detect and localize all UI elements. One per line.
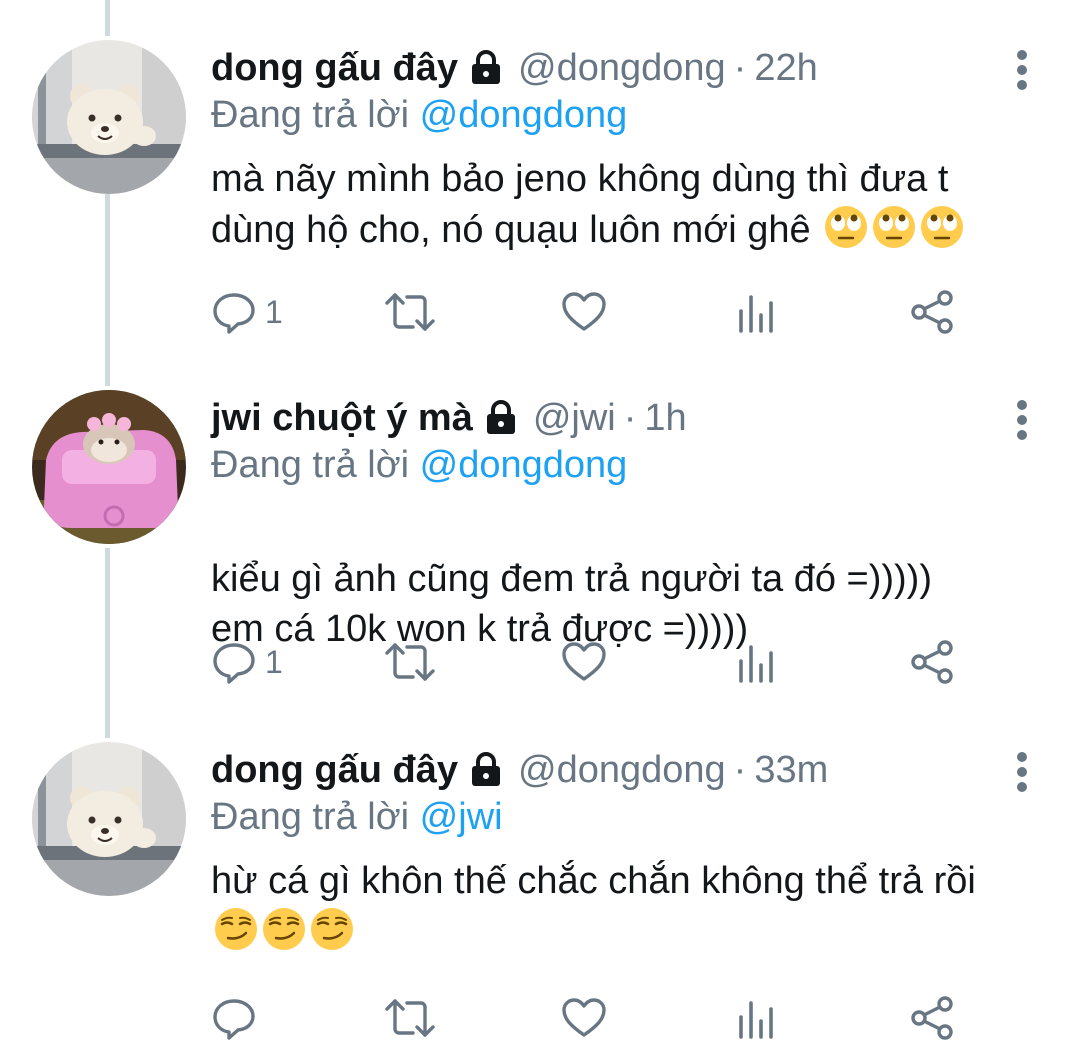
tweet-text: kiểu gì ảnh cũng đem trả người ta đó =))… — [211, 504, 1041, 654]
stats-button[interactable] — [737, 994, 777, 1042]
share-button[interactable] — [909, 288, 955, 336]
replying-to-label: Đang trả lời — [211, 94, 420, 136]
replying-to: Đang trả lời @jwi — [211, 796, 503, 839]
tweet-text-content: kiểu gì ảnh cũng đem trả người ta đó =))… — [211, 558, 932, 650]
display-name[interactable]: dong gấu đây — [211, 47, 458, 90]
replying-to-label: Đang trả lời — [211, 796, 420, 838]
replying-to: Đang trả lời @dongdong — [211, 444, 627, 487]
display-name[interactable]: dong gấu đây — [211, 749, 458, 792]
avatar[interactable] — [32, 742, 186, 896]
timestamp[interactable]: 33m — [754, 749, 828, 792]
reply-count: 1 — [265, 643, 283, 680]
handle[interactable]: @dongdong — [518, 47, 726, 90]
like-icon — [562, 292, 606, 331]
action-bar: 1 — [211, 288, 971, 336]
tweet-text: hừ cá gì khôn thế chắc chắn không thể tr… — [211, 856, 1011, 957]
tweet-header: dong gấu đây @dongdong · 33m — [211, 742, 828, 798]
replying-to-label: Đang trả lời — [211, 444, 420, 486]
handle[interactable]: @jwi — [533, 397, 616, 440]
tweet[interactable]: dong gấu đây @dongdong · 22h Đang trả lờ… — [0, 40, 1080, 360]
reply-button[interactable] — [211, 994, 265, 1042]
separator-dot: · — [733, 748, 747, 791]
tweet-header: dong gấu đây @dongdong · 22h — [211, 40, 818, 96]
tweet[interactable]: jwi chuột ý mà @jwi · 1h Đang trả lời @d… — [0, 390, 1080, 710]
more-icon[interactable] — [1016, 50, 1028, 90]
like-button[interactable] — [561, 288, 607, 336]
retweet-icon — [385, 999, 435, 1037]
retweet-button[interactable] — [385, 288, 435, 336]
mention-link[interactable]: @jwi — [420, 796, 503, 838]
lock-icon — [472, 752, 500, 786]
stats-icon — [739, 1001, 773, 1039]
tweet-text: mà nãy mình bảo jeno không dùng thì đưa … — [211, 154, 1041, 255]
reply-button[interactable]: 1 — [211, 638, 283, 686]
share-icon — [911, 290, 953, 334]
mention-link[interactable]: @dongdong — [420, 94, 628, 136]
timestamp[interactable]: 1h — [644, 397, 686, 440]
smirking-face-emoji — [215, 908, 257, 950]
mention-link[interactable]: @dongdong — [420, 444, 628, 486]
timestamp[interactable]: 22h — [754, 47, 817, 90]
action-bar — [211, 994, 971, 1042]
lock-icon — [486, 400, 515, 434]
like-icon — [562, 642, 606, 681]
share-icon — [911, 996, 953, 1040]
retweet-button[interactable] — [385, 638, 435, 686]
face-with-rolling-eyes-emoji — [921, 206, 964, 248]
action-bar: 1 — [211, 638, 971, 686]
reply-icon — [213, 293, 255, 334]
more-icon[interactable] — [1016, 752, 1028, 792]
lock-icon — [472, 50, 500, 84]
stats-button[interactable] — [737, 288, 777, 336]
like-button[interactable] — [561, 638, 607, 686]
reply-count: 1 — [265, 293, 283, 330]
tweet-text-content: hừ cá gì khôn thế chắc chắn không thể tr… — [211, 860, 976, 902]
like-icon — [562, 998, 606, 1037]
stats-icon — [739, 295, 773, 333]
tweet[interactable]: dong gấu đây @dongdong · 33m Đang trả lờ… — [0, 742, 1080, 1056]
retweet-icon — [385, 643, 435, 681]
stats-icon — [739, 645, 773, 683]
avatar[interactable] — [32, 390, 186, 544]
stats-button[interactable] — [737, 638, 777, 686]
separator-dot: · — [623, 396, 637, 439]
more-icon[interactable] — [1016, 400, 1028, 440]
replying-to: Đang trả lời @dongdong — [211, 94, 627, 137]
smirking-face-emoji — [311, 908, 353, 950]
reply-button[interactable]: 1 — [211, 288, 283, 336]
smirking-face-emoji — [263, 908, 305, 950]
share-button[interactable] — [909, 994, 955, 1042]
retweet-icon — [385, 293, 435, 331]
tweet-header: jwi chuột ý mà @jwi · 1h — [211, 390, 687, 446]
retweet-button[interactable] — [385, 994, 435, 1042]
handle[interactable]: @dongdong — [518, 749, 726, 792]
share-button[interactable] — [909, 638, 955, 686]
face-with-rolling-eyes-emoji — [873, 206, 916, 248]
reply-icon — [213, 643, 255, 684]
share-icon — [911, 640, 953, 684]
reply-icon — [213, 999, 255, 1040]
separator-dot: · — [733, 46, 747, 89]
display-name[interactable]: jwi chuột ý mà — [211, 397, 473, 440]
face-with-rolling-eyes-emoji — [825, 206, 868, 248]
avatar[interactable] — [32, 40, 186, 194]
thread-line — [105, 0, 110, 36]
like-button[interactable] — [561, 994, 607, 1042]
